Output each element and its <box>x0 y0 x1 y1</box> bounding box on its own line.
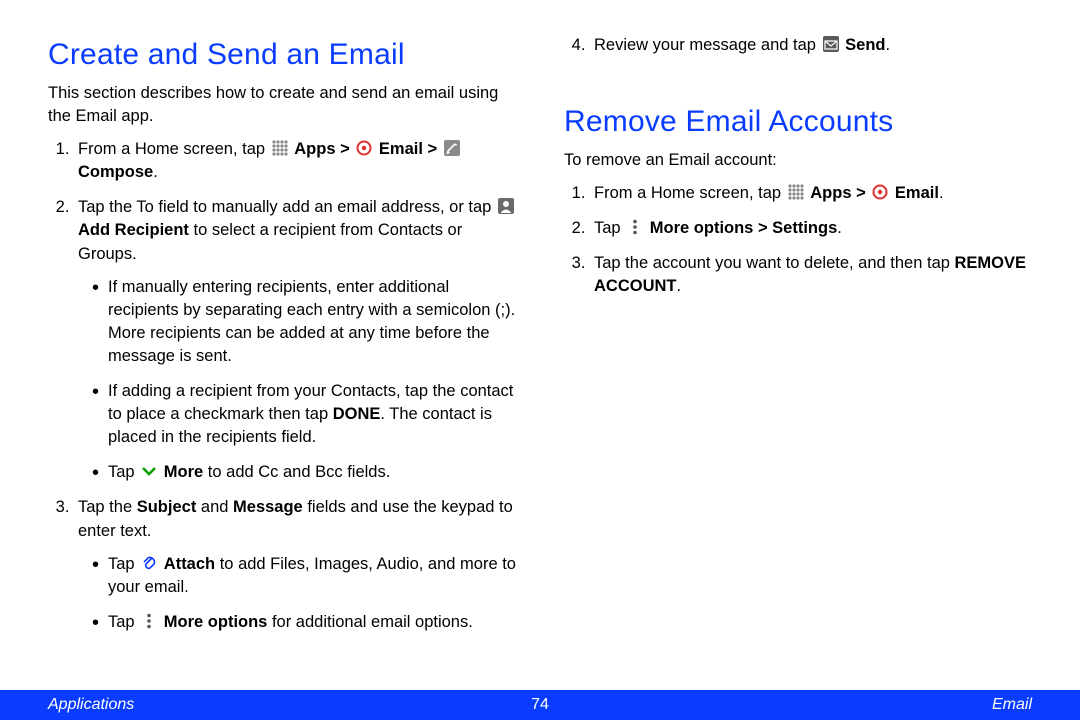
text: Tap the <box>78 498 137 516</box>
attach-icon <box>140 554 158 572</box>
text: . <box>885 36 890 54</box>
intro-paragraph: To remove an Email account: <box>564 149 1032 172</box>
text: Tap <box>108 555 139 573</box>
attach-label: Attach <box>164 555 215 573</box>
add-recipient-label: Add Recipient <box>78 221 189 239</box>
compose-label: Compose <box>78 163 153 181</box>
step-2: Tap the To field to manually add an emai… <box>74 196 516 484</box>
done-label: DONE <box>333 405 381 423</box>
more-label: More <box>164 463 203 481</box>
text: for additional email options. <box>272 613 473 631</box>
more-options-icon <box>626 218 644 236</box>
section-remove-accounts: Remove Email Accounts To remove an Email… <box>564 101 1032 298</box>
text: . <box>837 219 842 237</box>
remove-step-2: Tap More options > Settings. <box>590 217 1032 240</box>
email-label: Email <box>895 184 939 202</box>
bullet-more-options: Tap More options for additional email op… <box>92 611 516 634</box>
remove-step-3: Tap the account you want to delete, and … <box>590 252 1032 298</box>
text: and <box>196 498 233 516</box>
email-icon <box>355 139 373 157</box>
compose-icon <box>443 139 461 157</box>
more-options-settings-label: More options > Settings <box>650 219 837 237</box>
text: From a Home screen, tap <box>594 184 786 202</box>
text: Tap <box>108 613 139 631</box>
step-2-bullets: If manually entering recipients, enter a… <box>78 276 516 485</box>
bullet-more-cc-bcc: Tap More to add Cc and Bcc fields. <box>92 461 516 484</box>
step-1: From a Home screen, tap Apps > Email > C… <box>74 138 516 184</box>
more-options-label: More options <box>164 613 268 631</box>
text: . <box>939 184 944 202</box>
remove-accounts-steps: From a Home screen, tap Apps > Email. <box>564 182 1032 298</box>
send-label: Send <box>845 36 885 54</box>
intro-paragraph: This section describes how to create and… <box>48 82 516 128</box>
step-3-bullets: Tap Attach to add Files, Images, Audio, … <box>78 553 516 634</box>
apps-label: Apps > <box>810 184 870 202</box>
text: to add Cc and Bcc fields. <box>208 463 391 481</box>
message-label: Message <box>233 498 303 516</box>
text: Tap the account you want to delete, and … <box>594 254 955 272</box>
heading-remove-accounts: Remove Email Accounts <box>564 101 1032 143</box>
more-options-icon <box>140 612 158 630</box>
send-icon <box>822 35 840 53</box>
bullet-attach: Tap Attach to add Files, Images, Audio, … <box>92 553 516 599</box>
text: Tap the To field to manually add an emai… <box>78 198 496 216</box>
text: Tap <box>108 463 139 481</box>
text: . <box>677 277 682 295</box>
step-3: Tap the Subject and Message fields and u… <box>74 496 516 633</box>
heading-create-send: Create and Send an Email <box>48 34 516 76</box>
subject-label: Subject <box>137 498 197 516</box>
email-label: Email > <box>379 140 442 158</box>
footer-page-number: 74 <box>0 694 1080 716</box>
apps-icon <box>271 139 289 157</box>
page-body: Create and Send an Email This section de… <box>0 0 1080 640</box>
apps-label: Apps > <box>294 140 354 158</box>
step-4: Review your message and tap Send. <box>590 34 1032 57</box>
bullet-from-contacts: If adding a recipient from your Contacts… <box>92 380 516 449</box>
add-recipient-icon <box>497 197 515 215</box>
remove-step-1: From a Home screen, tap Apps > Email. <box>590 182 1032 205</box>
email-icon <box>871 183 889 201</box>
text: From a Home screen, tap <box>78 140 270 158</box>
text: Review your message and tap <box>594 36 821 54</box>
text: Tap <box>594 219 625 237</box>
page-footer: Applications 74 Email <box>0 690 1080 720</box>
chevron-down-icon <box>140 462 158 480</box>
bullet-manual-entry: If manually entering recipients, enter a… <box>92 276 516 368</box>
apps-icon <box>787 183 805 201</box>
